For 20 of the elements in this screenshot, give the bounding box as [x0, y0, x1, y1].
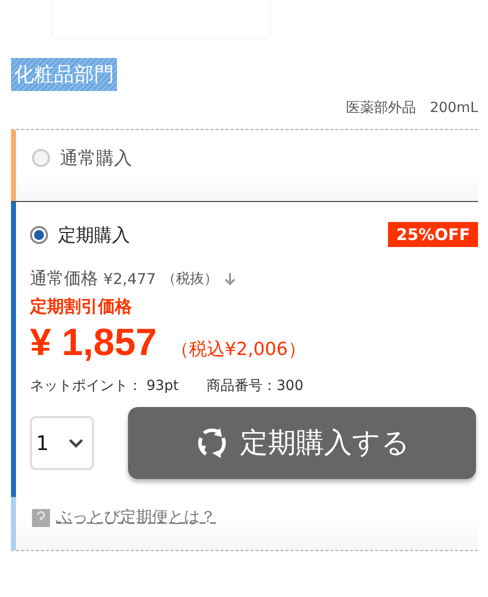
- quantity-select[interactable]: 1: [30, 416, 94, 470]
- discount-badge: 25%OFF: [388, 222, 478, 247]
- product-spec: 医薬部外品 200mL: [344, 99, 478, 117]
- option-label: 通常購入: [60, 147, 132, 170]
- discount-label: 定期割引価格: [30, 296, 133, 318]
- help-icon: [32, 508, 50, 526]
- product-number: 商品番号：300: [206, 377, 304, 395]
- help-link[interactable]: ぶっとび定期便とは？: [56, 507, 216, 528]
- option-label: 定期購入: [58, 224, 130, 246]
- category-tag: 化粧品部門: [11, 58, 117, 91]
- radio-button[interactable]: [32, 149, 50, 167]
- discount-price: ¥ 1,857: [30, 322, 157, 365]
- down-arrow-icon: [224, 272, 236, 286]
- chevron-down-icon: [68, 438, 84, 448]
- points-info: ネットポイント： 93pt: [30, 377, 179, 395]
- radio-button[interactable]: [30, 226, 48, 244]
- subscribe-button[interactable]: 定期購入する: [128, 407, 476, 479]
- regular-price: 通常価格 ¥2,477: [30, 268, 156, 290]
- tax-included-price: （税込¥2,006）: [170, 338, 306, 361]
- tax-note: （税抜）: [162, 270, 218, 288]
